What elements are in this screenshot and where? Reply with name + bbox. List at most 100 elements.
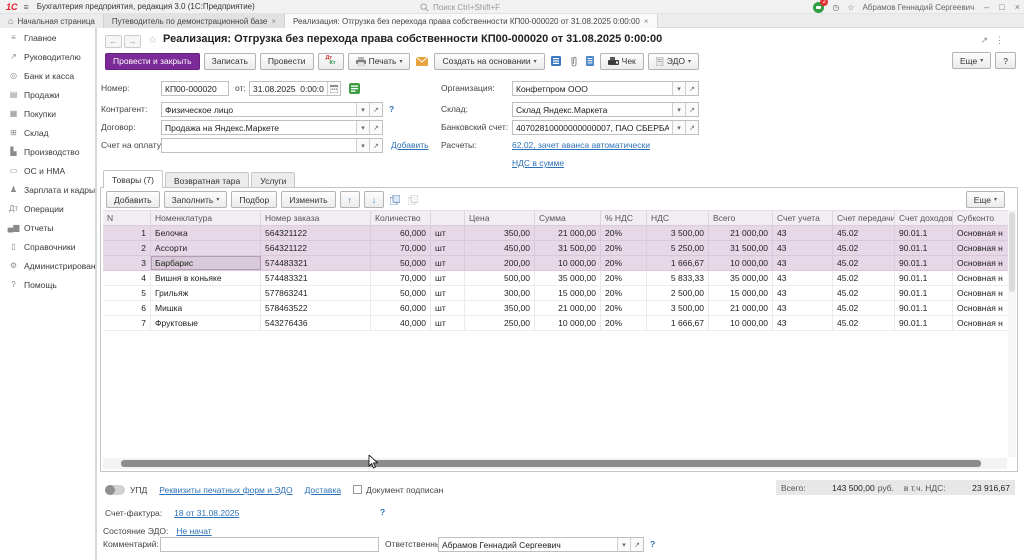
open-icon[interactable]: ↗ — [369, 103, 382, 116]
col-header-account[interactable]: Счет учета — [773, 211, 833, 225]
cell-vat-percent[interactable]: 20% — [601, 226, 647, 240]
sidebar-item[interactable]: ◎ Банк и касса — [0, 66, 95, 85]
table-row[interactable]: 3 Барбарис 574483321 50,000 шт 200,00 10… — [103, 256, 1015, 271]
more-button[interactable]: Еще▾ — [952, 52, 991, 69]
cell-order-number[interactable]: 577863241 — [261, 286, 371, 300]
vertical-scrollbar[interactable] — [1008, 210, 1016, 457]
sidebar-item[interactable]: Дт Операции — [0, 199, 95, 218]
cell-subconto[interactable]: Основная н — [953, 256, 1015, 270]
cell-subconto[interactable]: Основная н — [953, 226, 1015, 240]
cell-vat-percent[interactable]: 20% — [601, 286, 647, 300]
upd-toggle[interactable] — [105, 485, 125, 495]
cell-order-number[interactable]: 578463522 — [261, 301, 371, 315]
sidebar-item[interactable]: ▭ ОС и НМА — [0, 161, 95, 180]
cell-sum[interactable]: 21 000,00 — [535, 226, 601, 240]
payment-invoice-input[interactable] — [162, 139, 356, 152]
copy-rows-icon[interactable] — [388, 191, 402, 208]
cell-income-account[interactable]: 90.01.1 — [895, 301, 953, 315]
cell-nomenclature[interactable]: Ассорти — [151, 241, 261, 255]
tab-guide[interactable]: Путеводитель по демонстрационной базе × — [104, 14, 285, 28]
cell-income-account[interactable]: 90.01.1 — [895, 316, 953, 330]
history-icon[interactable]: ◷ — [832, 3, 839, 12]
tab-home[interactable]: ⌂ Начальная страница — [0, 14, 104, 28]
cell-total[interactable]: 35 000,00 — [709, 271, 773, 285]
cell-n[interactable]: 3 — [103, 256, 151, 270]
move-up-button[interactable]: ↑ — [340, 191, 360, 208]
print-button[interactable]: Печать▾ — [348, 53, 411, 70]
contract-field[interactable]: ▾ ↗ — [161, 120, 383, 135]
cell-income-account[interactable]: 90.01.1 — [895, 226, 953, 240]
cell-subconto[interactable]: Основная н — [953, 301, 1015, 315]
cell-sum[interactable]: 31 500,00 — [535, 241, 601, 255]
cell-vat[interactable]: 5 250,00 — [647, 241, 709, 255]
cell-account[interactable]: 43 — [773, 316, 833, 330]
cell-price[interactable]: 500,00 — [465, 271, 535, 285]
attachments-paperclip-icon[interactable] — [567, 53, 580, 70]
col-header-vat[interactable]: НДС — [647, 211, 709, 225]
fill-button[interactable]: Заполнить▾ — [164, 191, 228, 208]
col-header-price[interactable]: Цена — [465, 211, 535, 225]
move-down-button[interactable]: ↓ — [364, 191, 384, 208]
cell-vat-percent[interactable]: 20% — [601, 316, 647, 330]
cell-n[interactable]: 7 — [103, 316, 151, 330]
cell-nomenclature[interactable]: Вишня в коньяке — [151, 271, 261, 285]
sidebar-item[interactable]: ? Помощь — [0, 275, 95, 294]
cell-sum[interactable]: 21 000,00 — [535, 301, 601, 315]
get-link-icon[interactable]: ↗ — [980, 35, 988, 46]
cell-transfer-account[interactable]: 45.02 — [833, 226, 895, 240]
open-icon[interactable]: ↗ — [685, 121, 698, 134]
col-header-sum[interactable]: Сумма — [535, 211, 601, 225]
cell-n[interactable]: 4 — [103, 271, 151, 285]
cell-unit[interactable]: шт — [431, 316, 465, 330]
cell-account[interactable]: 43 — [773, 256, 833, 270]
counterparty-help[interactable]: ? — [389, 104, 394, 114]
cell-unit[interactable]: шт — [431, 286, 465, 300]
document-reports-icon[interactable] — [549, 53, 563, 70]
cell-total[interactable]: 21 000,00 — [709, 301, 773, 315]
cell-price[interactable]: 250,00 — [465, 316, 535, 330]
cell-quantity[interactable]: 70,000 — [371, 271, 431, 285]
col-header-n[interactable]: N — [103, 211, 151, 225]
sidebar-item[interactable]: ▤ Продажи — [0, 85, 95, 104]
comment-field[interactable] — [160, 537, 379, 552]
cell-transfer-account[interactable]: 45.02 — [833, 316, 895, 330]
date-field[interactable] — [249, 81, 341, 96]
table-row[interactable]: 6 Мишка 578463522 60,000 шт 350,00 21 00… — [103, 301, 1015, 316]
cell-total[interactable]: 10 000,00 — [709, 256, 773, 270]
edo-button[interactable]: ЭДО▾ — [648, 53, 699, 70]
cell-unit[interactable]: шт — [431, 226, 465, 240]
contract-input[interactable] — [162, 121, 356, 134]
document-tab[interactable]: Товары (7) — [103, 170, 163, 188]
cell-quantity[interactable]: 70,000 — [371, 241, 431, 255]
table-row[interactable]: 5 Грильяж 577863241 50,000 шт 300,00 15 … — [103, 286, 1015, 301]
cell-income-account[interactable]: 90.01.1 — [895, 241, 953, 255]
global-search[interactable]: Поиск Ctrl+Shift+F — [420, 0, 500, 14]
dropdown-icon[interactable]: ▾ — [672, 103, 685, 116]
cell-price[interactable]: 300,00 — [465, 286, 535, 300]
sidebar-item[interactable]: ♟ Зарплата и кадры — [0, 180, 95, 199]
cell-subconto[interactable]: Основная н — [953, 271, 1015, 285]
dropdown-icon[interactable]: ▾ — [356, 139, 369, 152]
cell-order-number[interactable]: 574483321 — [261, 271, 371, 285]
dropdown-icon[interactable]: ▾ — [356, 103, 369, 116]
cell-transfer-account[interactable]: 45.02 — [833, 286, 895, 300]
sidebar-item[interactable]: ≡ Главное — [0, 28, 95, 47]
date-input[interactable] — [250, 82, 327, 95]
post-button[interactable]: Провести — [260, 53, 314, 70]
cell-vat[interactable]: 3 500,00 — [647, 226, 709, 240]
send-email-button[interactable] — [414, 53, 430, 70]
cell-vat-percent[interactable]: 20% — [601, 271, 647, 285]
maximize-button[interactable]: □ — [999, 2, 1004, 12]
cell-account[interactable]: 43 — [773, 241, 833, 255]
cell-unit[interactable]: шт — [431, 241, 465, 255]
cell-unit[interactable]: шт — [431, 256, 465, 270]
cell-income-account[interactable]: 90.01.1 — [895, 271, 953, 285]
document-journal-icon[interactable] — [584, 53, 596, 70]
horizontal-scrollbar[interactable] — [103, 458, 1007, 469]
cell-account[interactable]: 43 — [773, 286, 833, 300]
print-forms-requisites-link[interactable]: Реквизиты печатных форм и ЭДО — [159, 485, 292, 495]
show-postings-dtkt-button[interactable]: ДтКт — [318, 53, 344, 70]
cell-sum[interactable]: 15 000,00 — [535, 286, 601, 300]
sidebar-item[interactable]: ⚙ Администрирование — [0, 256, 95, 275]
warehouse-field[interactable]: ▾ ↗ — [512, 102, 699, 117]
